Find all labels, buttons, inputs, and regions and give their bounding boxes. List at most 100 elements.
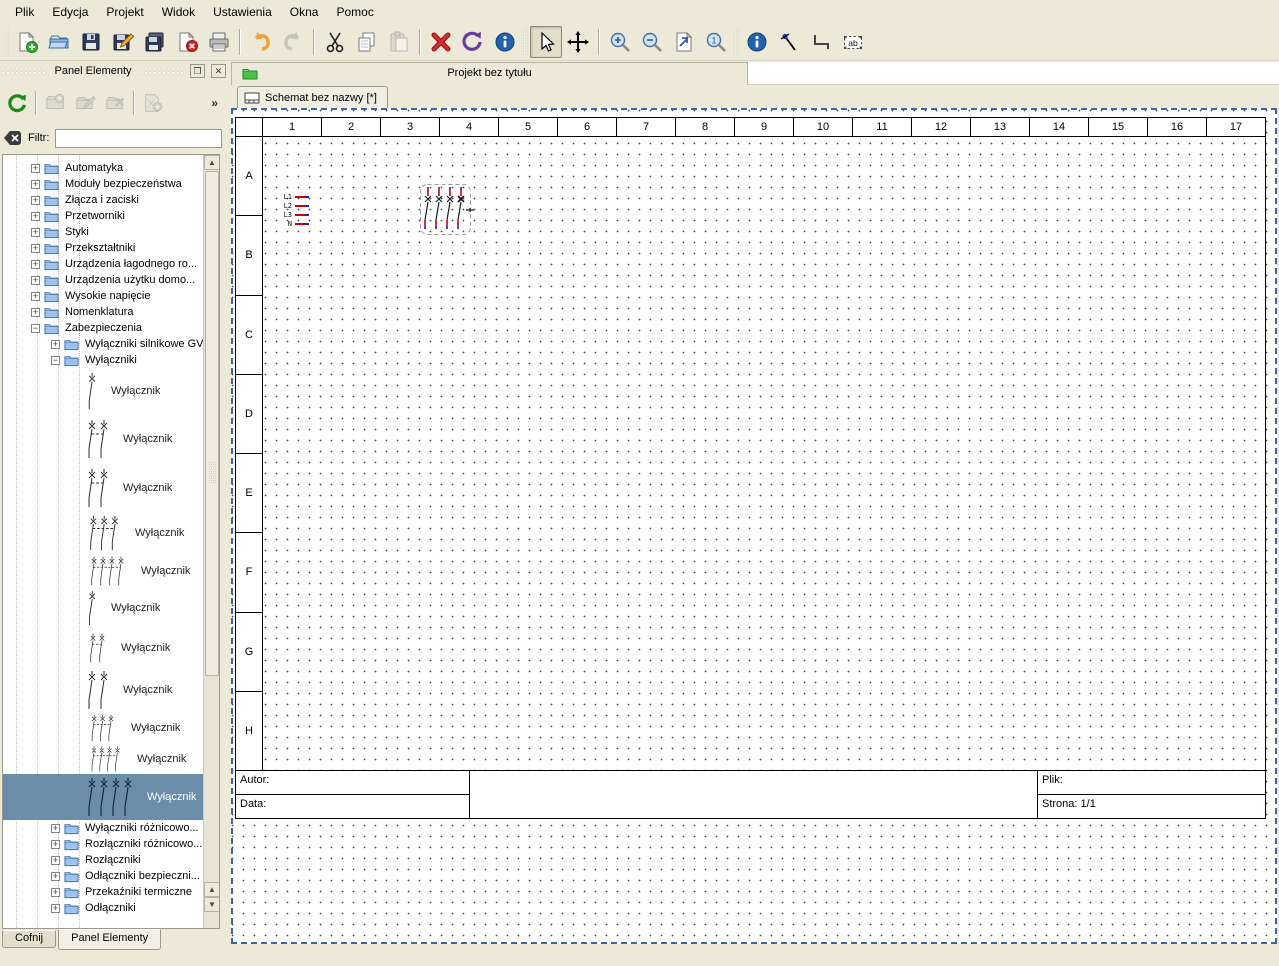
redo-button[interactable] xyxy=(277,26,309,58)
expander-plus-icon[interactable]: + xyxy=(31,308,40,317)
element-info-button[interactable] xyxy=(489,26,521,58)
expander-plus-icon[interactable]: + xyxy=(51,340,60,349)
tree-element-item[interactable]: Wyłącznik xyxy=(3,628,203,668)
tree-element-item[interactable]: Wyłącznik xyxy=(3,588,203,628)
save-as-button[interactable] xyxy=(107,26,139,58)
clear-filter-icon[interactable] xyxy=(4,130,22,146)
expander-minus-icon[interactable]: − xyxy=(51,356,60,365)
tree-folder[interactable]: +Nomenklatura xyxy=(3,304,203,320)
undo-button[interactable] xyxy=(245,26,277,58)
copy-button[interactable] xyxy=(351,26,383,58)
expander-plus-icon[interactable]: + xyxy=(31,228,40,237)
schematic-tab[interactable]: Schemat bez nazwy [*] xyxy=(237,86,388,108)
zoom-fit-page-button[interactable] xyxy=(668,26,700,58)
menu-widok[interactable]: Widok xyxy=(153,2,204,22)
menu-pomoc[interactable]: Pomoc xyxy=(327,2,382,22)
tree-element-item-selected[interactable]: Wyłącznik xyxy=(3,774,203,820)
new-category-button[interactable] xyxy=(40,88,70,118)
expander-plus-icon[interactable]: + xyxy=(51,840,60,849)
tree-element-item[interactable]: Wyłącznik xyxy=(3,368,203,414)
menu-edycja[interactable]: Edycja xyxy=(43,2,97,22)
tree-element-item[interactable]: Wyłącznik xyxy=(3,744,203,774)
save-all-button[interactable] xyxy=(139,26,171,58)
scrollbar-down-button[interactable]: ▼ xyxy=(204,897,220,912)
tree-folder[interactable]: +Przetworniki xyxy=(3,208,203,224)
tree-folder-zabezpieczenia[interactable]: −Zabezpieczenia xyxy=(3,320,203,336)
tree-element-item[interactable]: Wyłącznik xyxy=(3,414,203,464)
tree-element-item[interactable]: Wyłącznik xyxy=(3,512,203,554)
add-polyline-button[interactable] xyxy=(805,26,837,58)
zoom-in-button[interactable] xyxy=(604,26,636,58)
tree-element-item[interactable]: Wyłącznik xyxy=(3,554,203,588)
tree-folder[interactable]: +Rozłączniki różnicowo... xyxy=(3,836,203,852)
dock-float-button[interactable]: ❐ xyxy=(190,64,205,78)
tab-cofnij[interactable]: Cofnij xyxy=(2,930,56,948)
close-document-button[interactable] xyxy=(171,26,203,58)
schematic-canvas[interactable]: 1 2 3 4 5 6 7 8 9 10 11 12 13 14 15 16 1… xyxy=(231,108,1277,944)
delete-button[interactable] xyxy=(425,26,457,58)
expander-plus-icon[interactable]: + xyxy=(51,904,60,913)
tree-folder[interactable]: +Odłączniki bezpieczni... xyxy=(3,868,203,884)
tree-folder[interactable]: +Wyłączniki różnicowo... xyxy=(3,820,203,836)
toolbar-grip[interactable] xyxy=(4,28,9,56)
new-element-button[interactable] xyxy=(138,88,168,118)
expander-plus-icon[interactable]: + xyxy=(51,888,60,897)
delete-category-button[interactable] xyxy=(100,88,130,118)
tree-element-item[interactable]: Wyłącznik xyxy=(3,464,203,512)
tree-element-item[interactable]: Wyłącznik xyxy=(3,712,203,744)
tree-folder[interactable]: +Wyłączniki silnikowe GV xyxy=(3,336,203,352)
tree-folder[interactable]: +Urządzenia łagodnego ro... xyxy=(3,256,203,272)
new-document-button[interactable] xyxy=(11,26,43,58)
zoom-out-button[interactable] xyxy=(636,26,668,58)
dock-title-bar[interactable]: Panel Elementy ❐ ✕ xyxy=(2,62,226,80)
tree-folder[interactable]: +Przekształtniki xyxy=(3,240,203,256)
toolbar-grip[interactable] xyxy=(734,28,739,56)
pointer-tool-button[interactable] xyxy=(530,26,562,58)
menu-ustawienia[interactable]: Ustawienia xyxy=(204,2,281,22)
tree-folder[interactable]: +Automatyka xyxy=(3,160,203,176)
tree-folder[interactable]: +Przekaźniki termiczne xyxy=(3,884,203,900)
tree-folder-wylaczniki[interactable]: −Wyłączniki xyxy=(3,352,203,368)
tree-scrollbar[interactable]: ▲ ▲ ▼ xyxy=(203,155,219,928)
expander-plus-icon[interactable]: + xyxy=(31,180,40,189)
scrollbar-thumb[interactable] xyxy=(205,171,219,676)
tree-folder[interactable]: +Moduły bezpieczeństwa xyxy=(3,176,203,192)
expander-plus-icon[interactable]: + xyxy=(51,824,60,833)
tree-folder[interactable]: +Styki xyxy=(3,224,203,240)
four-pole-breaker-element[interactable] xyxy=(419,183,477,237)
menu-okna[interactable]: Okna xyxy=(281,2,328,22)
expander-plus-icon[interactable]: + xyxy=(31,164,40,173)
toolbar-grip[interactable] xyxy=(523,28,528,56)
zoom-original-button[interactable]: 1 xyxy=(700,26,732,58)
cut-button[interactable] xyxy=(319,26,351,58)
expander-minus-icon[interactable]: − xyxy=(31,324,40,333)
expander-plus-icon[interactable]: + xyxy=(51,872,60,881)
print-button[interactable] xyxy=(203,26,235,58)
edit-category-button[interactable] xyxy=(70,88,100,118)
tree-folder[interactable]: +Urządzenia użytku domo... xyxy=(3,272,203,288)
rotate-button[interactable] xyxy=(457,26,489,58)
move-tool-button[interactable] xyxy=(562,26,594,58)
expander-plus-icon[interactable]: + xyxy=(31,260,40,269)
expander-plus-icon[interactable]: + xyxy=(31,292,40,301)
add-text-field-button[interactable]: ab xyxy=(837,26,869,58)
tree-element-item[interactable]: Wyłącznik xyxy=(3,668,203,712)
tree-folder[interactable]: +Złącza i zaciski xyxy=(3,192,203,208)
panel-toolbar-overflow-button[interactable]: » xyxy=(209,96,224,110)
expander-plus-icon[interactable]: + xyxy=(51,856,60,865)
filter-input[interactable] xyxy=(55,129,222,148)
project-info-button[interactable] xyxy=(741,26,773,58)
project-tab[interactable]: Projekt bez tytułu xyxy=(231,62,748,85)
phase-labels-element[interactable]: L1 L2 L3 N xyxy=(281,192,323,228)
reload-collections-button[interactable] xyxy=(2,88,32,118)
tab-panel-elementy[interactable]: Panel Elementy xyxy=(58,929,161,950)
dock-close-button[interactable]: ✕ xyxy=(211,64,226,78)
expander-plus-icon[interactable]: + xyxy=(31,196,40,205)
scrollbar-up-button[interactable]: ▲ xyxy=(204,155,220,170)
tree-folder[interactable]: +Odłączniki xyxy=(3,900,203,916)
tree-folder[interactable]: +Rozłączniki xyxy=(3,852,203,868)
add-conductor-button[interactable] xyxy=(773,26,805,58)
expander-plus-icon[interactable]: + xyxy=(31,212,40,221)
scrollbar-up-button[interactable]: ▲ xyxy=(204,882,220,897)
menu-projekt[interactable]: Projekt xyxy=(97,2,152,22)
